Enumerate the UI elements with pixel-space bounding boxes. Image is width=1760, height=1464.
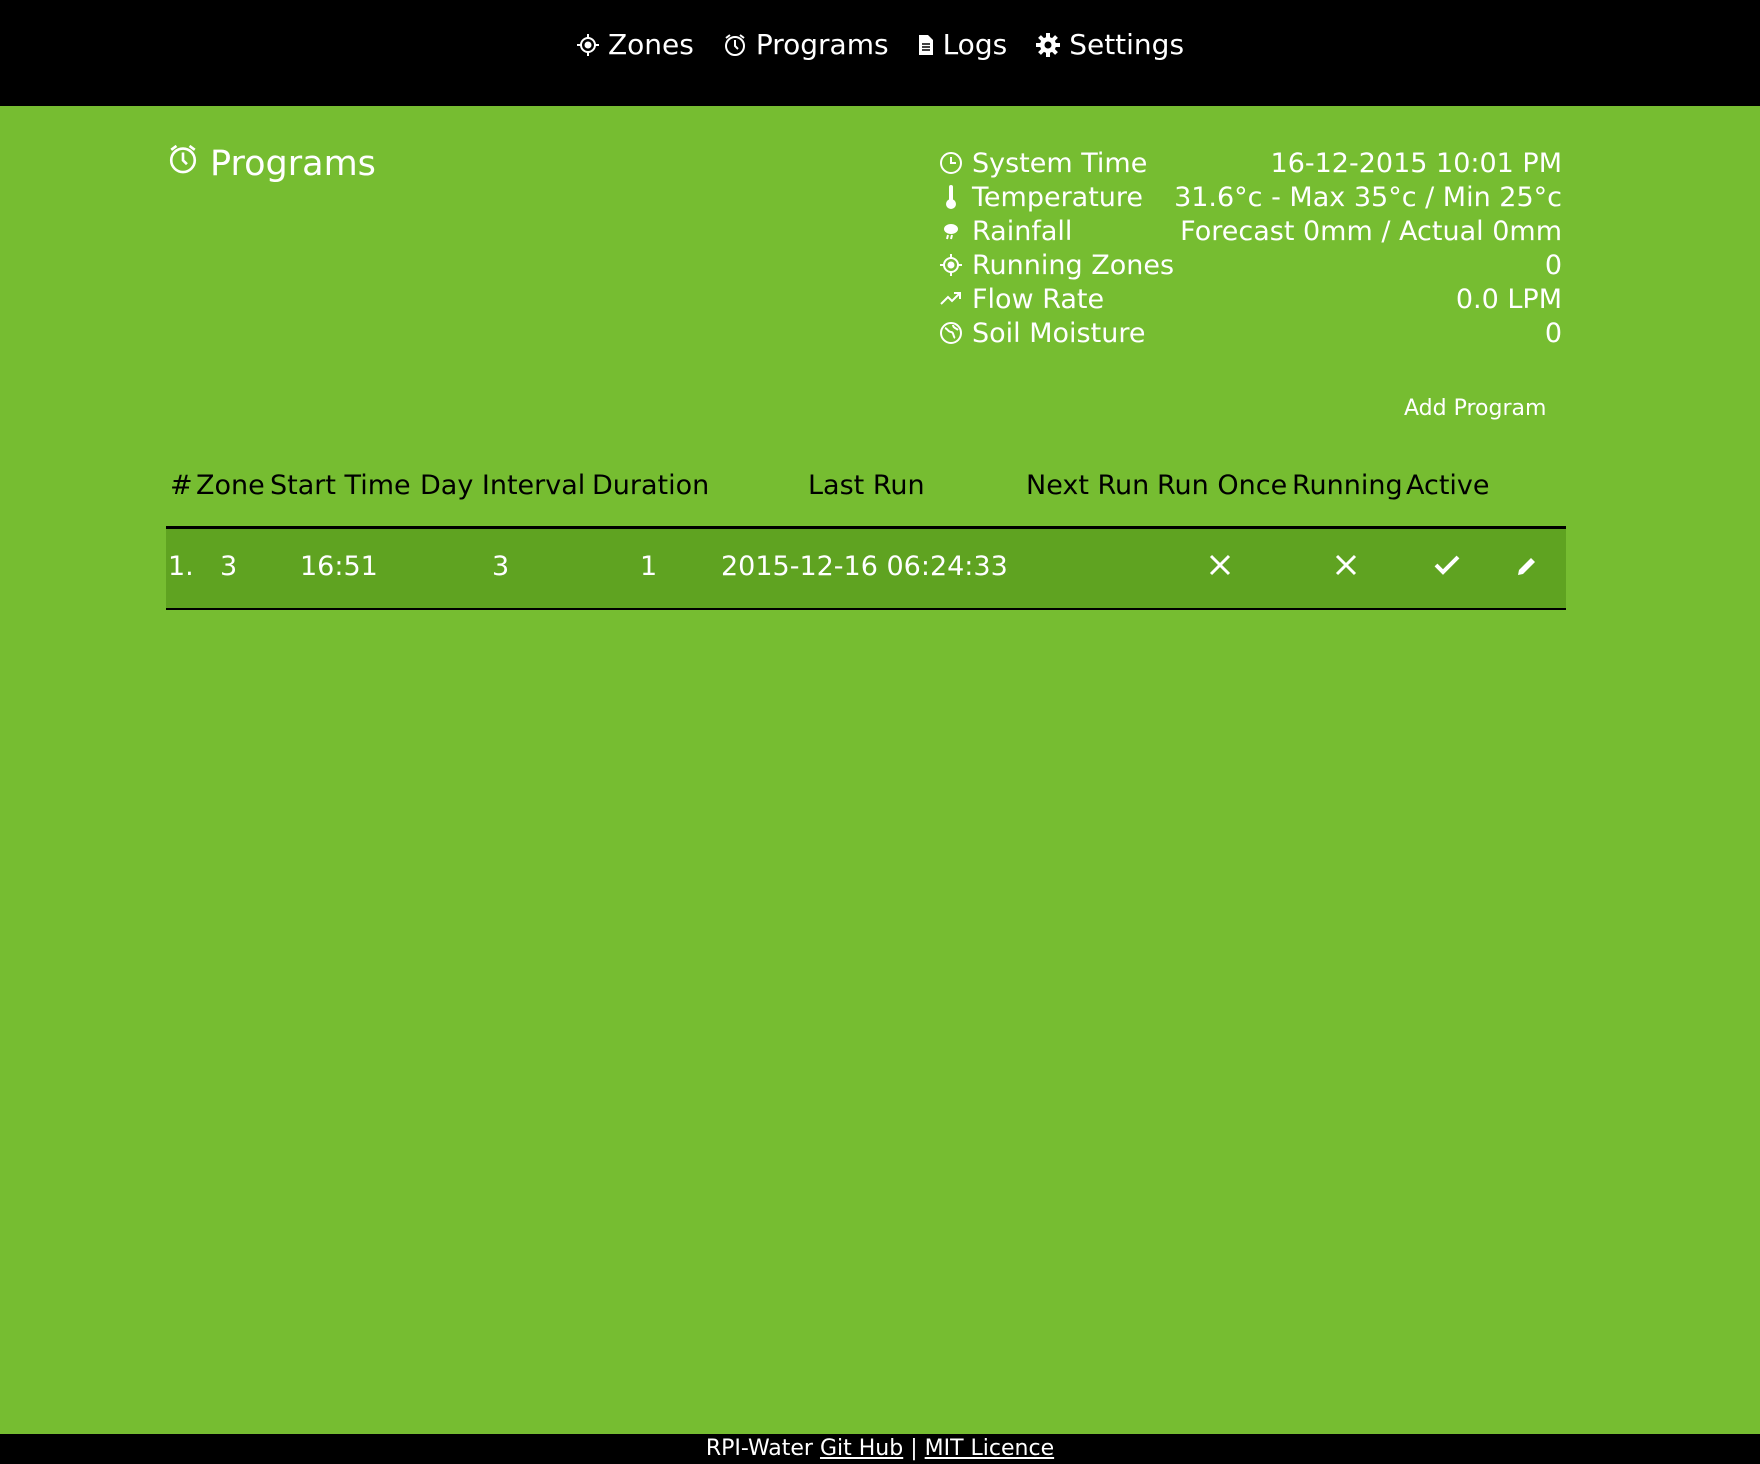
cell-index: 1.: [168, 551, 194, 582]
nav-item-logs[interactable]: Logs: [917, 28, 1008, 61]
status-value: 0: [1544, 249, 1562, 281]
cell-zone: 3: [220, 551, 238, 582]
nav-item-label: Zones: [607, 28, 694, 61]
column-header-active: Active: [1406, 470, 1490, 501]
table-row: 1. 3 16:51 3 1 2015-12-16 06:24:33: [166, 529, 1566, 610]
top-nav-bar: Zones Programs Logs Settings: [0, 0, 1760, 106]
system-status-panel: System Time 16-12-2015 10:01 PM Temperat…: [936, 146, 1562, 350]
status-value: 0.0 LPM: [1455, 283, 1562, 315]
status-row-system-time: System Time 16-12-2015 10:01 PM: [936, 146, 1562, 180]
rain-icon: [936, 221, 966, 241]
cell-duration: 1: [640, 551, 658, 582]
status-label: System Time: [972, 147, 1148, 179]
column-header-start-time: Start Time: [270, 470, 411, 501]
status-value: 16-12-2015 10:01 PM: [1270, 147, 1562, 179]
nav-item-label: Programs: [755, 28, 889, 61]
status-row-temperature: Temperature 31.6°c - Max 35°c / Min 25°c: [936, 180, 1562, 214]
page-title-text: Programs: [210, 143, 376, 184]
target-icon: [936, 253, 966, 277]
trend-up-icon: [936, 291, 966, 307]
cell-last-run: 2015-12-16 06:24:33: [721, 551, 1008, 582]
column-header-index: #: [170, 470, 193, 501]
column-header-next-run: Next Run: [1026, 470, 1150, 501]
main-nav: Zones Programs Logs Settings: [0, 28, 1760, 61]
target-icon: [576, 33, 600, 57]
nav-item-label: Settings: [1069, 28, 1185, 61]
page-title: Programs: [166, 142, 376, 185]
column-header-last-run: Last Run: [808, 470, 925, 501]
status-label: Soil Moisture: [972, 317, 1146, 349]
status-value: Forecast 0mm / Actual 0mm: [1180, 215, 1562, 247]
nav-item-zones[interactable]: Zones: [576, 28, 694, 61]
status-row-flow-rate: Flow Rate 0.0 LPM: [936, 282, 1562, 316]
add-program-button[interactable]: Add Program: [1404, 396, 1546, 421]
gear-icon: [1035, 32, 1061, 58]
column-header-day-interval: Day Interval: [420, 470, 586, 501]
column-header-running: Running: [1292, 470, 1403, 501]
pencil-icon[interactable]: [1516, 553, 1538, 584]
programs-table-header: # Zone Start Time Day Interval Duration …: [166, 466, 1566, 529]
github-link[interactable]: Git Hub: [820, 1436, 903, 1461]
status-value: 0: [1544, 317, 1562, 349]
active-check-icon[interactable]: [1434, 553, 1460, 584]
alarm-clock-icon: [166, 142, 200, 185]
clock-icon: [936, 151, 966, 175]
column-header-run-once: Run Once: [1157, 470, 1288, 501]
status-row-rainfall: Rainfall Forecast 0mm / Actual 0mm: [936, 214, 1562, 248]
licence-link[interactable]: MIT Licence: [925, 1436, 1054, 1461]
globe-icon: [936, 321, 966, 345]
footer-app-name: RPI-Water: [705, 1436, 813, 1461]
thermometer-icon: [936, 184, 966, 210]
run-once-cross-icon[interactable]: [1208, 553, 1232, 584]
column-header-duration: Duration: [592, 470, 710, 501]
status-value: 31.6°c - Max 35°c / Min 25°c: [1174, 181, 1562, 213]
status-label: Temperature: [972, 181, 1144, 213]
file-icon: [917, 33, 935, 57]
nav-item-settings[interactable]: Settings: [1035, 28, 1184, 61]
status-row-soil-moisture: Soil Moisture 0: [936, 316, 1562, 350]
status-label: Rainfall: [972, 215, 1073, 247]
alarm-clock-icon: [722, 32, 748, 58]
status-label: Flow Rate: [972, 283, 1105, 315]
status-row-running-zones: Running Zones 0: [936, 248, 1562, 282]
running-cross-icon[interactable]: [1334, 553, 1358, 584]
column-header-zone: Zone: [196, 470, 265, 501]
nav-item-programs[interactable]: Programs: [722, 28, 889, 61]
footer-separator: |: [910, 1436, 918, 1461]
footer: RPI-Water Git Hub | MIT Licence: [0, 1434, 1760, 1464]
nav-item-label: Logs: [942, 28, 1008, 61]
cell-day-interval: 3: [492, 551, 510, 582]
status-label: Running Zones: [972, 249, 1175, 281]
cell-start-time: 16:51: [300, 551, 378, 582]
